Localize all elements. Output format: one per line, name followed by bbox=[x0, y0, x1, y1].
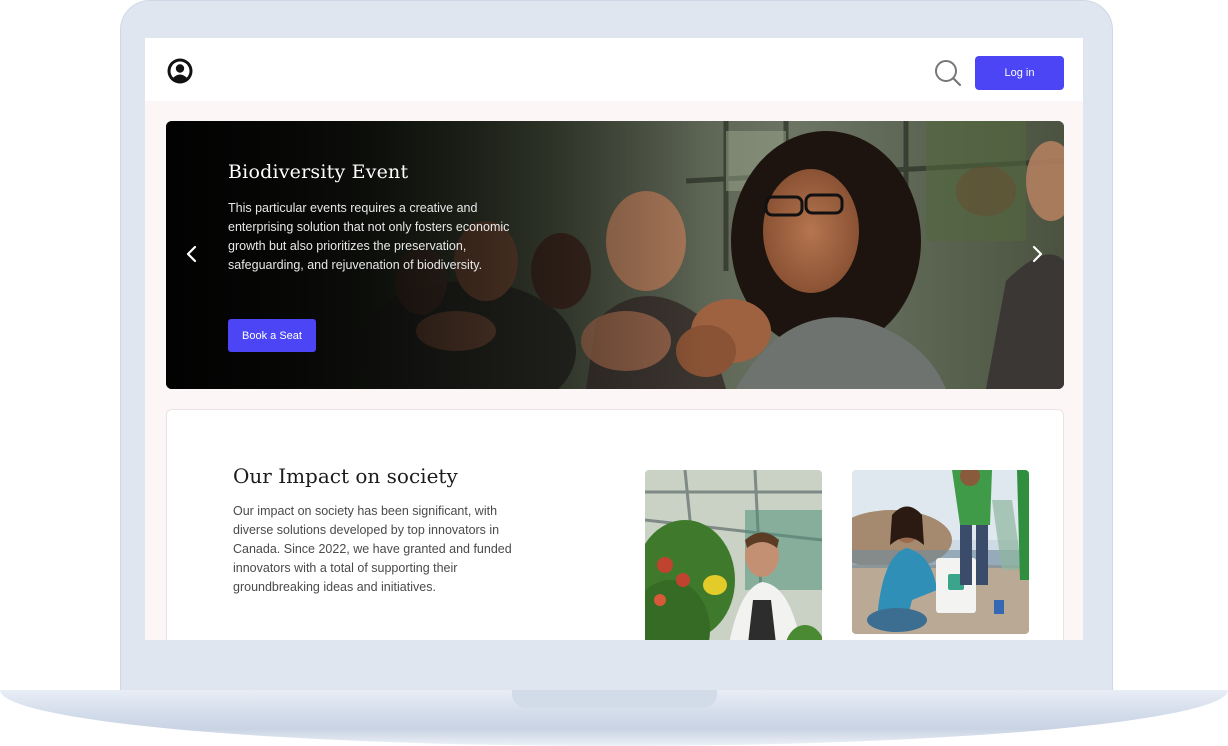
user-circle-logo-icon[interactable] bbox=[166, 57, 194, 85]
chevron-right-icon[interactable] bbox=[1026, 243, 1048, 265]
hero-description: This particular events requires a creati… bbox=[228, 201, 510, 272]
impact-title: Our Impact on society bbox=[233, 464, 458, 488]
hero-title: Biodiversity Event bbox=[228, 161, 409, 183]
top-navbar: Log in bbox=[145, 38, 1083, 101]
laptop-notch bbox=[512, 690, 717, 708]
beach-cleanup-volunteers-image bbox=[852, 470, 1029, 634]
greenhouse-gardener-image bbox=[645, 470, 822, 640]
impact-section: Our Impact on society Our impact on soci… bbox=[166, 409, 1064, 640]
search-icon[interactable] bbox=[933, 58, 963, 88]
book-seat-button[interactable]: Book a Seat bbox=[228, 319, 316, 352]
login-button[interactable]: Log in bbox=[975, 56, 1064, 90]
impact-description: Our impact on society has been significa… bbox=[233, 504, 512, 594]
chevron-left-icon[interactable] bbox=[181, 243, 203, 265]
laptop-screen: Log in Biodiversity Event This particula… bbox=[145, 38, 1083, 640]
hero-carousel: Biodiversity Event This particular event… bbox=[166, 121, 1064, 389]
